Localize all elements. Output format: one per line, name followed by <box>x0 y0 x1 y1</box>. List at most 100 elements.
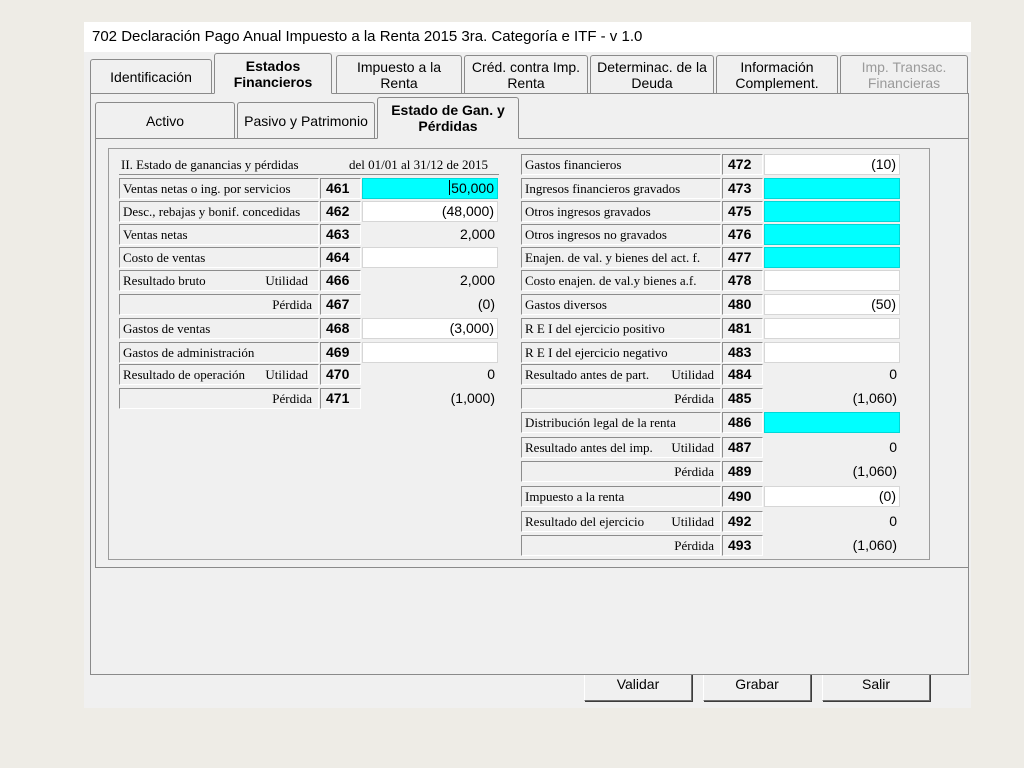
code-484: 484 <box>722 364 763 385</box>
label-478: Costo enajen. de val.y bienes a.f. <box>521 270 721 291</box>
label-469: Gastos de administración <box>119 342 319 363</box>
code-461: 461 <box>320 178 361 199</box>
tab-informacion-complement[interactable]: Información Complement. <box>716 55 838 93</box>
declaration-window: 702 Declaración Pago Anual Impuesto a la… <box>84 22 971 708</box>
grabar-label: Grabar <box>735 676 779 692</box>
section-title: II. Estado de ganancias y pérdidas <box>121 157 299 172</box>
label-492: Resultado del ejercicio Utilidad <box>521 511 721 532</box>
validar-label: Validar <box>616 676 660 692</box>
code-478: 478 <box>722 270 763 291</box>
value-484: 0 <box>889 366 897 382</box>
code-487: 487 <box>722 437 763 458</box>
value-467: (0) <box>477 296 495 312</box>
tab-cred-contra-imp[interactable]: Créd. contra Imp. Renta <box>464 55 588 93</box>
tab-impuesto-renta[interactable]: Impuesto a la Renta <box>336 55 462 93</box>
code-466: 466 <box>320 270 361 291</box>
label-486: Distribución legal de la renta <box>521 412 721 433</box>
field-472[interactable]: (10) <box>764 154 900 175</box>
label-466: Resultado bruto Utilidad <box>119 270 319 291</box>
code-489: 489 <box>722 461 763 482</box>
tab-identificacion[interactable]: Identificación <box>90 59 212 93</box>
code-481: 481 <box>722 318 763 339</box>
field-477[interactable] <box>764 247 900 268</box>
label-492-sub: Utilidad <box>671 514 714 529</box>
field-469[interactable] <box>362 342 498 363</box>
value-493: (1,060) <box>852 537 897 553</box>
label-484-text: Resultado antes de part. <box>525 367 650 382</box>
tab-pasivo-patrimonio[interactable]: Pasivo y Patrimonio <box>237 102 375 138</box>
code-492: 492 <box>722 511 763 532</box>
field-478[interactable] <box>764 270 900 291</box>
field-473[interactable] <box>764 178 900 199</box>
value-466: 2,000 <box>459 272 495 288</box>
field-476[interactable] <box>764 224 900 245</box>
label-468: Gastos de ventas <box>119 318 319 339</box>
code-473: 473 <box>722 178 763 199</box>
value-471: (1,000) <box>450 390 495 406</box>
field-462[interactable]: (48,000) <box>362 201 498 222</box>
label-476: Otros ingresos no gravados <box>521 224 721 245</box>
code-483: 483 <box>722 342 763 363</box>
tab-estados-financieros[interactable]: Estados Financieros <box>214 53 332 94</box>
value-485: (1,060) <box>852 390 897 406</box>
label-461: Ventas netas o ing. por servicios <box>119 178 319 199</box>
tab-label: Determinac. de la Deuda <box>597 58 707 91</box>
field-480[interactable]: (50) <box>764 294 900 315</box>
tab-estado-ganancias-perdidas[interactable]: Estado de Gan. y Pérdidas <box>377 97 519 139</box>
value-487: 0 <box>889 439 897 455</box>
code-467: 467 <box>320 294 361 315</box>
field-461[interactable]: 50,000 <box>362 178 498 199</box>
code-493: 493 <box>722 535 763 556</box>
tab-imp-transac-financieras[interactable]: Imp. Transac. Financieras <box>840 55 968 93</box>
ganancias-perdidas-form: II. Estado de ganancias y pérdidas del 0… <box>108 148 930 560</box>
salir-label: Salir <box>861 676 890 692</box>
label-467: Pérdida <box>119 294 319 315</box>
field-483[interactable] <box>764 342 900 363</box>
code-480: 480 <box>722 294 763 315</box>
label-472: Gastos financieros <box>521 154 721 175</box>
label-483: R E I del ejercicio negativo <box>521 342 721 363</box>
label-473: Ingresos financieros gravados <box>521 178 721 199</box>
header-divider <box>119 174 499 175</box>
tab-label: Impuesto a la Renta <box>356 58 442 91</box>
code-486: 486 <box>722 412 763 433</box>
code-463: 463 <box>320 224 361 245</box>
label-477: Enajen. de val. y bienes del act. f. <box>521 247 721 268</box>
code-462: 462 <box>320 201 361 222</box>
code-470: 470 <box>320 364 361 385</box>
label-475: Otros ingresos gravados <box>521 201 721 222</box>
field-468[interactable]: (3,000) <box>362 318 498 339</box>
tab-determinac-deuda[interactable]: Determinac. de la Deuda <box>590 55 714 93</box>
field-486[interactable] <box>764 412 900 433</box>
label-480: Gastos diversos <box>521 294 721 315</box>
code-475: 475 <box>722 201 763 222</box>
label-470-sub: Utilidad <box>265 367 308 382</box>
section-period: del 01/01 al 31/12 de 2015 <box>349 157 489 172</box>
code-476: 476 <box>722 224 763 245</box>
code-469: 469 <box>320 342 361 363</box>
label-493: Pérdida <box>521 535 721 556</box>
field-464[interactable] <box>362 247 498 268</box>
label-466-text: Resultado bruto <box>123 273 206 288</box>
value-489: (1,060) <box>852 463 897 479</box>
label-470-text: Resultado de operación <box>123 367 246 382</box>
tab-label: Activo <box>145 112 185 129</box>
field-475[interactable] <box>764 201 900 222</box>
label-464: Costo de ventas <box>119 247 319 268</box>
tab-label: Pasivo y Patrimonio <box>244 112 368 129</box>
label-484: Resultado antes de part. Utilidad <box>521 364 721 385</box>
tab-label: Estado de Gan. y Pérdidas <box>391 102 505 134</box>
tab-label: Identificación <box>110 68 192 85</box>
field-490[interactable]: (0) <box>764 486 900 507</box>
field-481[interactable] <box>764 318 900 339</box>
tab-label: Imp. Transac. Financieras <box>861 58 947 91</box>
tab-label: Información Complement. <box>735 58 819 91</box>
label-485: Pérdida <box>521 388 721 409</box>
value-470: 0 <box>487 366 495 382</box>
code-490: 490 <box>722 486 763 507</box>
tab-activo[interactable]: Activo <box>95 102 235 138</box>
code-485: 485 <box>722 388 763 409</box>
value-461: 50,000 <box>451 180 494 196</box>
label-490: Impuesto a la renta <box>521 486 721 507</box>
label-487-sub: Utilidad <box>671 440 714 455</box>
